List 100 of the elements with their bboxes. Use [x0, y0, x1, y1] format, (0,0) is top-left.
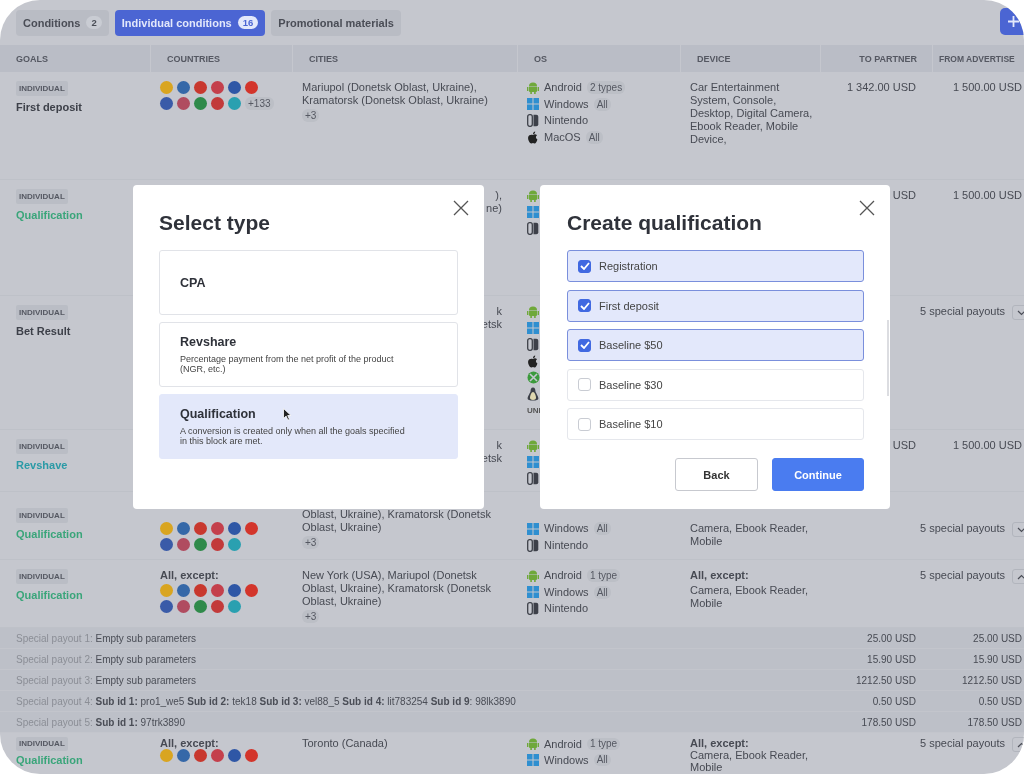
amount: 1212.50 USD [855, 674, 916, 686]
sub-parameters: Empty sub parameters [95, 653, 197, 665]
android-icon [527, 305, 539, 318]
column-header: COUNTRIES [150, 45, 292, 72]
back-button[interactable]: Back [675, 458, 758, 491]
goal-option[interactable]: Baseline $10 [567, 408, 864, 440]
type-badge: INDIVIDUAL [16, 737, 68, 751]
device-list: Camera, Ebook Reader, Mobile [690, 584, 820, 610]
sub-parameters: Sub id 1: pro1_we5 Sub id 2: tek18 Sub id 3: vel88_5 Sub id 4: lit783254 Sub id 9: 98lk3890 [95, 695, 516, 707]
amount: USD [892, 189, 916, 202]
os-tag: 2 types [586, 81, 626, 94]
sub-parameters: Empty sub parameters [95, 674, 197, 686]
cursor-icon [283, 408, 292, 421]
goal-name: Qualification [16, 528, 83, 541]
os-name: Android [544, 737, 582, 750]
payouts-count: 5 special payouts [920, 569, 1005, 582]
game-console-icon [527, 114, 539, 127]
tab[interactable]: Promotional materials [271, 9, 401, 36]
os-name: Windows [544, 585, 589, 599]
goal-option[interactable]: Baseline $50 [567, 329, 864, 361]
amount: 15.90 USD [973, 653, 1022, 665]
xbox-icon [527, 371, 540, 384]
exception-label: All, except: [160, 569, 219, 582]
os-name: Android [544, 81, 582, 94]
os-tag: 1 type [586, 569, 621, 582]
checkbox[interactable] [578, 338, 591, 352]
continue-button[interactable]: Continue [772, 458, 864, 491]
type-badge: INDIVIDUAL [16, 81, 68, 96]
tab[interactable]: Conditions 2 [16, 9, 109, 36]
column-header: CITIES [292, 45, 517, 72]
add-button[interactable] [1000, 8, 1024, 35]
city-list: ), [495, 189, 502, 202]
dialog-title: Create qualification [567, 211, 763, 235]
more-chip: +3 [302, 610, 320, 623]
checkbox[interactable] [578, 299, 591, 312]
type-option[interactable]: CPA [159, 250, 458, 315]
amount: 25.00 USD [867, 632, 916, 644]
goal-name: Bet Result [16, 325, 71, 338]
game-console-icon [527, 338, 539, 351]
amount: 1 500.00 USD [952, 81, 1022, 94]
amount: 1212.50 USD [961, 674, 1022, 686]
amount: 178.50 USD [967, 716, 1022, 728]
checkbox[interactable] [578, 259, 591, 273]
more-chip: +3 [302, 109, 320, 122]
tab[interactable]: Individual conditions 16 [114, 9, 266, 36]
goal-name: First deposit [16, 101, 82, 114]
sub-parameters: Empty sub parameters [95, 632, 197, 644]
plus-icon [1008, 16, 1019, 27]
close-button[interactable] [452, 199, 470, 217]
amount: 15.90 USD [867, 653, 916, 665]
os-tag: All [593, 522, 611, 535]
amount: 178.50 USD [861, 716, 916, 728]
goal-name: Revshave [16, 459, 68, 472]
column-header: TO PARTNER [820, 45, 932, 72]
goal-option[interactable]: Baseline $30 [567, 368, 864, 401]
windows-icon [527, 754, 539, 766]
os-tag: All [585, 130, 603, 144]
goal-option[interactable]: Registration [567, 250, 864, 282]
dialog-title: Select type [159, 211, 271, 235]
more-chip: +133 [245, 97, 274, 110]
type-option[interactable]: Revshare Percentage payment from the net profit of the product (NGR, etc.) [159, 322, 458, 387]
os-name: Android [544, 569, 582, 582]
type-badge: INDIVIDUAL [16, 439, 68, 454]
apple-icon [527, 130, 539, 144]
os-name: Windows [544, 754, 589, 766]
city-list: Toronto (Canada) [302, 737, 394, 749]
exception-label: All, except: [690, 737, 749, 749]
device-list: Car Entertainment System, Console, Desktop, Digital Camera, Ebook Reader, Mobile Device, [690, 81, 820, 146]
close-button[interactable] [858, 199, 876, 217]
amount: 1 500.00 USD [952, 189, 1022, 202]
chevron-icon [1016, 741, 1024, 748]
city-list: ne) [486, 202, 502, 215]
payouts-count: 5 special payouts [920, 305, 1005, 318]
android-icon [527, 81, 539, 94]
game-console-icon [527, 602, 539, 615]
os-name: Windows [544, 97, 589, 111]
os-name: MacOS [544, 130, 581, 144]
amount: 0.50 USD [872, 695, 916, 707]
payouts-count: 5 special payouts [920, 522, 1005, 535]
android-icon [527, 189, 539, 202]
type-badge: INDIVIDUAL [16, 508, 68, 523]
os-name: Nintendo [544, 538, 589, 552]
more-chip: +3 [302, 536, 320, 549]
chevron-icon [1016, 309, 1024, 316]
device-list: Camera, Ebook Reader, Mobile [690, 749, 820, 773]
amount: USD [892, 439, 916, 452]
city-list: Mariupol (Donetsk Oblast, Ukraine), Kramatorsk (Donetsk Oblast, Ukraine) [302, 81, 517, 107]
android-icon [527, 569, 539, 582]
game-console-icon [527, 222, 539, 235]
city-list: k [496, 439, 502, 452]
type-option[interactable]: Qualification A conversion is created only when all the goals specified in this block are met. [159, 394, 458, 459]
os-tag: All [593, 585, 611, 599]
apple-icon [527, 354, 539, 368]
goal-option[interactable]: First deposit [567, 289, 864, 322]
exception-label: All, except: [160, 737, 219, 749]
os-tag: All [593, 97, 611, 111]
game-console-icon [527, 472, 539, 485]
amount: 1 500.00 USD [952, 439, 1022, 452]
column-header: GOALS [15, 52, 49, 66]
sub-parameters: Sub id 1: 97trk3890 [95, 716, 185, 728]
